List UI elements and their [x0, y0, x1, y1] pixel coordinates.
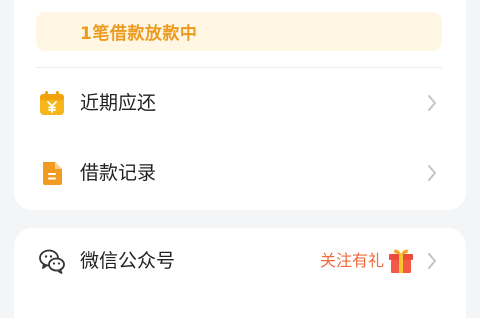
- menu-item-label: 借款记录: [80, 162, 157, 184]
- gift-icon: [389, 249, 413, 273]
- menu-item-label: 近期应还: [80, 92, 157, 114]
- loan-status-text: 1笔借款放款中: [80, 24, 198, 44]
- menu-item-upcoming-repayment[interactable]: 近期应还: [36, 76, 442, 130]
- chevron-right-icon: [428, 95, 436, 111]
- chevron-right-icon: [428, 165, 436, 181]
- chevron-right-icon: [428, 253, 436, 269]
- divider: [36, 67, 442, 68]
- calendar-yen-icon: [40, 91, 64, 115]
- wechat-icon: [39, 249, 65, 274]
- loan-status-banner[interactable]: 1笔借款放款中: [36, 12, 442, 51]
- menu-item-label: 微信公众号: [80, 250, 176, 272]
- menu-item-loan-records[interactable]: 借款记录: [36, 146, 442, 200]
- promo-text: 关注有礼: [319, 251, 384, 270]
- menu-item-wechat-official-account[interactable]: 微信公众号 关注有礼: [36, 234, 442, 288]
- document-icon: [43, 162, 62, 185]
